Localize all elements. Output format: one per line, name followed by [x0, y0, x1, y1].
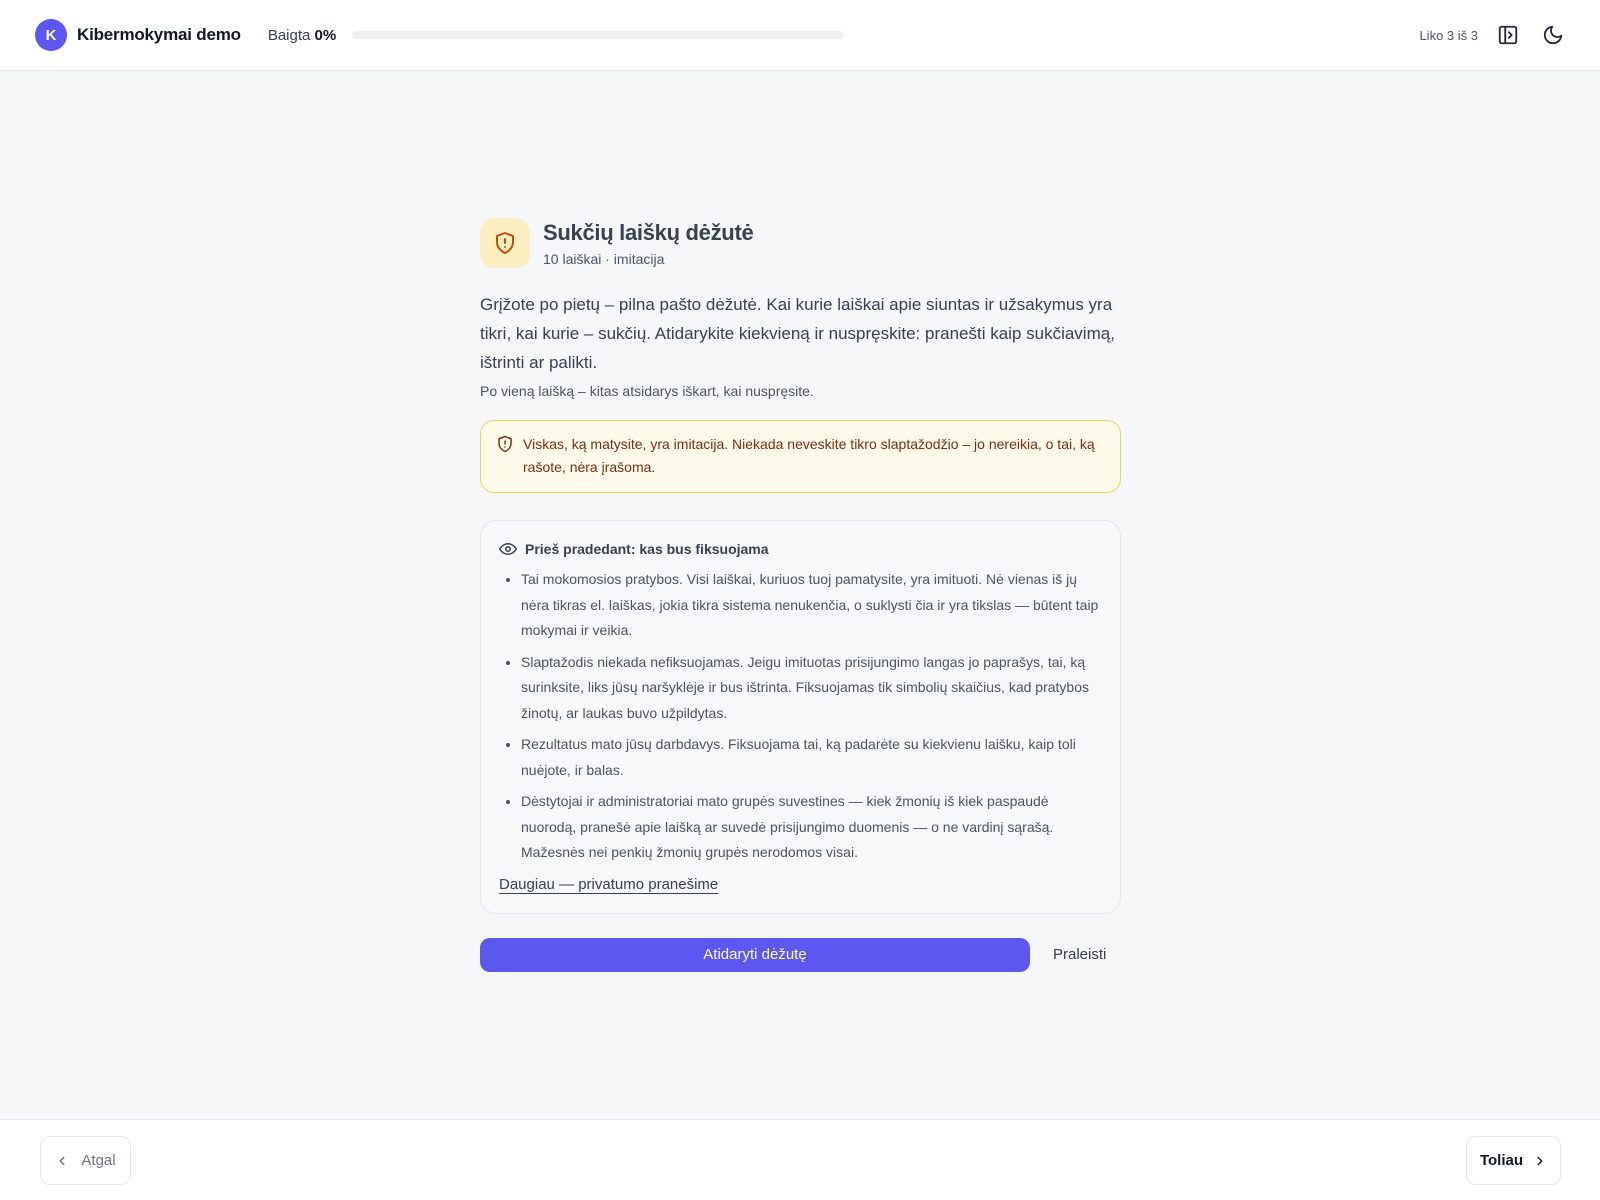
list-item: Slaptažodis niekada nefiksuojamas. Jeigu… — [521, 650, 1102, 727]
theme-toggle-button[interactable] — [1541, 23, 1565, 47]
shield-alert-icon — [498, 435, 512, 453]
bottom-nav: Atgal Toliau — [0, 1119, 1600, 1200]
remaining-counter: Liko 3 iš 3 — [1419, 27, 1478, 43]
warning-text: Viskas, ką matysite, yra imitacija. Niek… — [523, 436, 1095, 475]
next-button[interactable]: Toliau — [1466, 1136, 1561, 1185]
next-button-label: Toliau — [1479, 1152, 1524, 1169]
chevron-left-icon — [59, 1156, 65, 1165]
sidebar-panel-icon — [1498, 25, 1518, 45]
progress-value: 0% — [314, 26, 337, 44]
scenario-subtitle: 10 laiškai · imitacija — [543, 250, 665, 267]
scenario-description: Grįžote po pietų – pilna pašto dėžutė. K… — [480, 295, 1115, 372]
title-block: Sukčių laiškų dėžutė 10 laiškai · imitac… — [543, 219, 754, 267]
progress-label-text: Baigta — [267, 26, 311, 44]
toggle-sidebar-button[interactable] — [1496, 23, 1520, 47]
app-title: Kibermokymai demo — [77, 25, 241, 44]
skip-button[interactable]: Praleisti — [1053, 946, 1106, 963]
list-item: Dėstytojai ir administratoriai mato grup… — [521, 789, 1102, 866]
moon-icon — [1543, 25, 1563, 45]
header-right: Liko 3 iš 3 — [1419, 23, 1565, 47]
eye-icon — [499, 543, 517, 555]
privacy-info-heading: Prieš pradedant: kas bus fiksuojama — [499, 540, 1102, 558]
actions: Atidaryti dėžutę Praleisti — [480, 937, 1121, 972]
privacy-notice-link[interactable]: Daugiau — privatumo pranešime — [499, 876, 718, 893]
open-inbox-button[interactable]: Atidaryti dėžutę — [480, 937, 1030, 972]
simulation-warning: Viskas, ką matysite, yra imitacija. Niek… — [480, 420, 1121, 493]
back-button[interactable]: Atgal — [40, 1136, 131, 1185]
shield-alert-icon — [496, 232, 514, 254]
list-item: Rezultatus mato jūsų darbdavys. Fiksuoja… — [521, 732, 1102, 783]
chevron-right-icon — [1537, 1156, 1543, 1165]
progress-label: Baigta 0% — [268, 27, 336, 44]
privacy-info-list: Tai mokomosios pratybos. Visi laiškai, k… — [521, 567, 1102, 866]
scenario-badge — [480, 218, 530, 268]
scenario-intro: Sukčių laiškų dėžutė 10 laiškai · imitac… — [480, 218, 1121, 972]
app-logo: K — [35, 19, 67, 51]
top-bar: K Kibermokymai demo Baigta 0% Liko 3 iš … — [0, 0, 1600, 71]
scenario-note: Po vieną laišką – kitas atsidarys iškart… — [480, 383, 814, 399]
scenario-title: Sukčių laiškų dėžutė — [543, 219, 754, 245]
progress-bar — [352, 31, 845, 39]
back-button-label: Atgal — [81, 1152, 116, 1169]
privacy-info-box: Prieš pradedant: kas bus fiksuojama Tai … — [480, 520, 1121, 914]
scenario-header: Sukčių laiškų dėžutė 10 laiškai · imitac… — [480, 218, 1121, 268]
list-item: Tai mokomosios pratybos. Visi laiškai, k… — [521, 567, 1102, 644]
privacy-info-title: Prieš pradedant: kas bus fiksuojama — [525, 541, 769, 557]
